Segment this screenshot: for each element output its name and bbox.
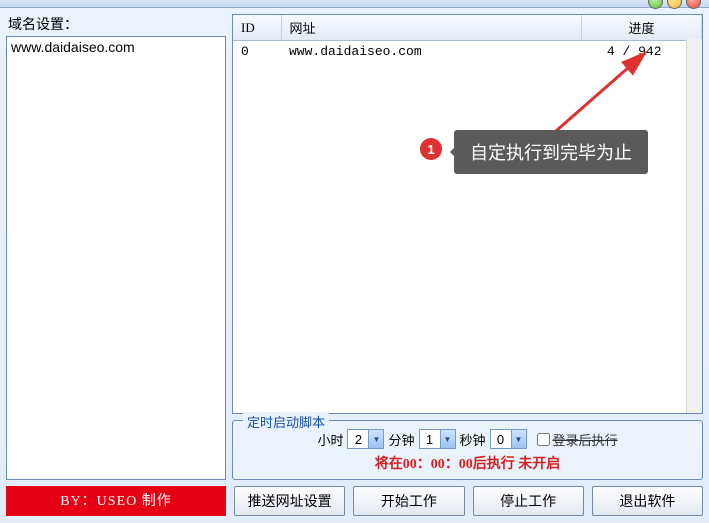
hour-label: 小时 — [317, 430, 343, 449]
exit-software-button[interactable]: 退出软件 — [592, 486, 703, 516]
domain-value: www.daidaiseo.com — [11, 39, 135, 55]
timed-status: 将在00：00：00后执行 未开启 — [241, 453, 694, 473]
cell-url: www.daidaiseo.com — [281, 41, 582, 63]
login-exec-checkbox[interactable]: 登录后执行 — [537, 430, 618, 449]
url-table: ID 网址 进度 0 www.daidaiseo.com 4 / 942 — [233, 15, 702, 62]
minute-label: 分钟 — [388, 430, 414, 449]
chevron-down-icon[interactable]: ▼ — [368, 430, 383, 448]
maximize-button[interactable] — [667, 0, 682, 9]
checkbox-input[interactable] — [537, 433, 550, 446]
title-bar — [0, 0, 709, 8]
col-progress[interactable]: 进度 — [582, 15, 702, 41]
minute-input[interactable] — [420, 432, 440, 447]
close-button[interactable] — [686, 0, 701, 9]
domain-label: 域名设置： — [6, 14, 226, 34]
timed-legend: 定时启动脚本 — [243, 412, 329, 431]
checkbox-label: 登录后执行 — [553, 430, 618, 449]
col-id[interactable]: ID — [233, 15, 281, 41]
minute-spinner[interactable]: ▼ — [419, 429, 456, 449]
bottom-bar: BY：USEO 制作 推送网址设置 开始工作 停止工作 退出软件 — [0, 486, 709, 522]
second-label: 秒钟 — [460, 430, 486, 449]
hour-input[interactable] — [348, 432, 368, 447]
url-table-wrap: ID 网址 进度 0 www.daidaiseo.com 4 / 942 — [232, 14, 703, 414]
start-work-button[interactable]: 开始工作 — [353, 486, 464, 516]
domain-textarea[interactable]: www.daidaiseo.com — [6, 36, 226, 480]
left-pane: 域名设置： www.daidaiseo.com — [6, 14, 226, 480]
chevron-down-icon[interactable]: ▼ — [511, 430, 526, 448]
cell-progress: 4 / 942 — [582, 41, 702, 63]
timed-controls: 小时 ▼ 分钟 ▼ 秒钟 ▼ 登录后执行 — [241, 429, 694, 449]
timed-start-group: 定时启动脚本 小时 ▼ 分钟 ▼ 秒钟 ▼ — [232, 420, 703, 480]
second-input[interactable] — [491, 432, 511, 447]
table-row[interactable]: 0 www.daidaiseo.com 4 / 942 — [233, 41, 702, 63]
hour-spinner[interactable]: ▼ — [347, 429, 384, 449]
window-controls — [648, 0, 701, 9]
push-url-settings-button[interactable]: 推送网址设置 — [234, 486, 345, 516]
chevron-down-icon[interactable]: ▼ — [440, 430, 455, 448]
col-url[interactable]: 网址 — [281, 15, 582, 41]
minimize-button[interactable] — [648, 0, 663, 9]
stop-work-button[interactable]: 停止工作 — [473, 486, 584, 516]
main-area: 域名设置： www.daidaiseo.com ID 网址 进度 0 www.d… — [0, 8, 709, 486]
brand-banner: BY：USEO 制作 — [6, 486, 226, 516]
second-spinner[interactable]: ▼ — [490, 429, 527, 449]
cell-id: 0 — [233, 41, 281, 63]
vertical-scrollbar[interactable] — [686, 39, 702, 413]
right-pane: ID 网址 进度 0 www.daidaiseo.com 4 / 942 定时启… — [232, 14, 703, 480]
